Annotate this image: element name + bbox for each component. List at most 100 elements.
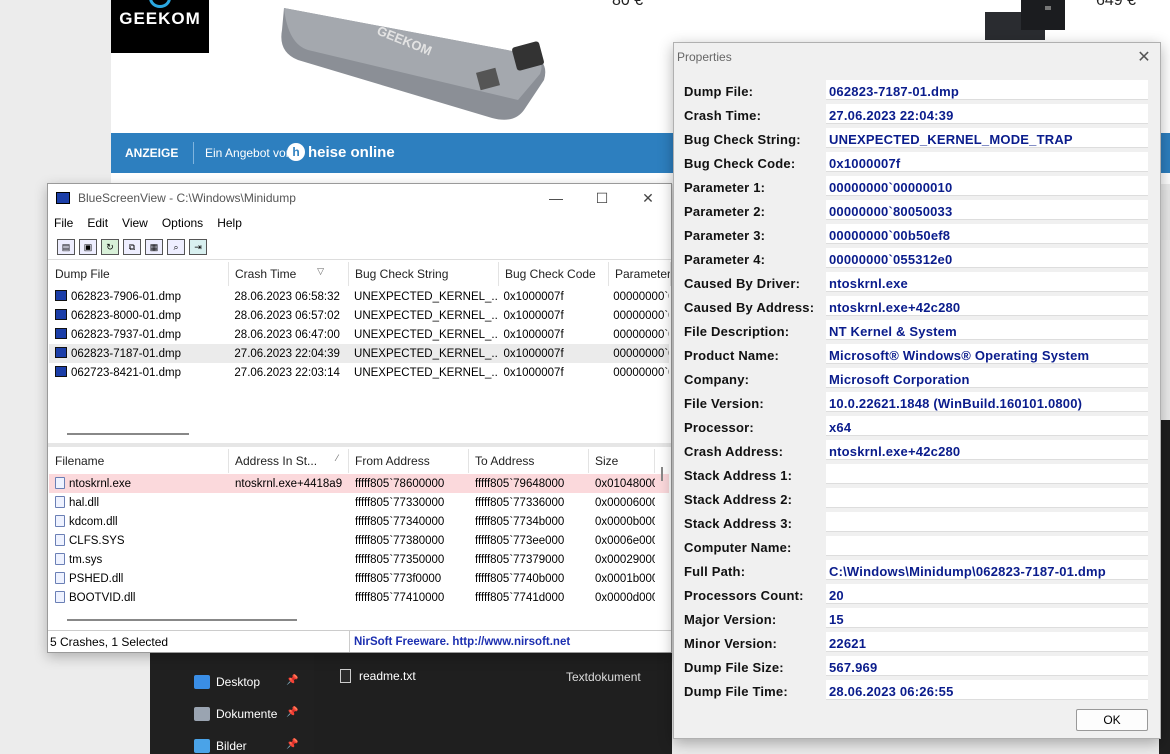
crash-row-selected[interactable]: 062823-7187-01.dmp 27.06.2023 22:04:39 UNE… — [49, 344, 669, 363]
nav-item-bilder[interactable]: Bilder — [194, 736, 247, 754]
bluescreenview-window: BlueScreenView - C:\Windows\Minidump — ☐… — [47, 183, 672, 653]
pin-icon[interactable]: 📌 — [286, 707, 298, 718]
driver-row[interactable]: CLFS.SYS fffff805`77380000 fffff805`773ee0… — [49, 531, 669, 550]
col-address-in-stack[interactable]: Address In St... ⁄ — [229, 449, 349, 473]
property-value-field[interactable]: NT Kernel & System — [826, 320, 1148, 340]
col-bug-check-string[interactable]: Bug Check String — [349, 262, 499, 286]
property-value-field[interactable]: 22621 — [826, 632, 1148, 652]
col-crash-time[interactable]: Crash Time ▽ — [229, 262, 349, 286]
property-label: Parameter 3: — [684, 228, 766, 243]
pane-splitter[interactable] — [48, 443, 671, 447]
col-dump-file[interactable]: Dump File — [49, 262, 229, 286]
properties-icon[interactable]: ▤ — [57, 238, 75, 255]
driver-row-highlighted[interactable]: ntoskrnl.exe ntoskrnl.exe+4418a9 fffff805`… — [49, 474, 669, 493]
menu-view[interactable]: View — [122, 216, 148, 230]
property-value-field[interactable]: ntoskrnl.exe — [826, 272, 1148, 292]
property-value-field[interactable]: 062823-7187-01.dmp — [826, 80, 1148, 100]
find-icon[interactable]: ⌕ — [167, 238, 185, 255]
property-label: Minor Version: — [684, 636, 778, 651]
menu-edit[interactable]: Edit — [87, 216, 108, 230]
menu-file[interactable]: File — [54, 216, 73, 230]
property-value-field[interactable] — [826, 464, 1148, 484]
property-value-field[interactable]: 0x1000007f — [826, 152, 1148, 172]
horizontal-scrollbar[interactable] — [67, 433, 189, 435]
crash-row[interactable]: 062823-8000-01.dmp 28.06.2023 06:57:02 UNE… — [49, 306, 669, 325]
property-value-field[interactable]: 28.06.2023 06:26:55 — [826, 680, 1148, 700]
driver-row[interactable]: BOOTVID.dll fffff805`77410000 fffff805`774… — [49, 588, 669, 607]
exit-icon[interactable]: ⇥ — [189, 238, 207, 255]
app-icon — [56, 192, 70, 204]
horizontal-scrollbar[interactable] — [67, 619, 297, 621]
property-label: Dump File Size: — [684, 660, 784, 675]
property-value-field[interactable]: 10.0.22621.1848 (WinBuild.160101.0800) — [826, 392, 1148, 412]
property-row: Stack Address 2: — [684, 487, 1149, 511]
col-to-address[interactable]: To Address — [469, 449, 589, 473]
property-value-field[interactable]: 00000000`00b50ef8 — [826, 224, 1148, 244]
ok-button[interactable]: OK — [1076, 709, 1148, 731]
property-label: Parameter 1: — [684, 180, 766, 195]
property-value-field[interactable]: ntoskrnl.exe+42c280 — [826, 440, 1148, 460]
pin-icon[interactable]: 📌 — [286, 675, 298, 686]
vertical-scrollbar[interactable] — [661, 467, 663, 481]
property-row: Parameter 2: 00000000`80050033 — [684, 199, 1149, 223]
property-row: Caused By Driver: ntoskrnl.exe — [684, 271, 1149, 295]
col-parameter[interactable]: Parameter — [609, 262, 671, 286]
pin-icon[interactable]: 📌 — [286, 739, 298, 750]
nav-item-desktop[interactable]: Desktop — [194, 672, 260, 692]
property-row: Full Path: C:\Windows\Minidump\062823-718… — [684, 559, 1149, 583]
property-value-field[interactable]: 27.06.2023 22:04:39 — [826, 104, 1148, 124]
close-icon[interactable]: ✕ — [1134, 47, 1154, 67]
property-value-field[interactable]: C:\Windows\Minidump\062823-7187-01.dmp — [826, 560, 1148, 580]
driver-file-icon — [55, 515, 65, 527]
col-bug-check-code[interactable]: Bug Check Code — [499, 262, 609, 286]
property-label: Caused By Driver: — [684, 276, 801, 291]
property-value-field[interactable]: x64 — [826, 416, 1148, 436]
driver-file-icon — [55, 591, 65, 603]
property-value-field[interactable]: UNEXPECTED_KERNEL_MODE_TRAP — [826, 128, 1148, 148]
property-value-field[interactable]: 00000000`00000010 — [826, 176, 1148, 196]
nav-item-dokumente[interactable]: Dokumente — [194, 704, 277, 724]
col-from-address[interactable]: From Address — [349, 449, 469, 473]
col-filename[interactable]: Filename — [49, 449, 229, 473]
properties-dialog: Properties ✕ Dump File: 062823-7187-01.dm… — [673, 42, 1161, 739]
driver-row[interactable]: PSHED.dll fffff805`773f0000 fffff805`7740b… — [49, 569, 669, 588]
heise-icon: h — [287, 143, 305, 161]
driver-row[interactable]: tm.sys fffff805`77350000 fffff805`77379000… — [49, 550, 669, 569]
property-value-field[interactable]: Microsoft Corporation — [826, 368, 1148, 388]
geekom-logo: GEEKOM — [111, 0, 209, 53]
driver-file-icon — [55, 477, 65, 489]
property-value-field[interactable]: ntoskrnl.exe+42c280 — [826, 296, 1148, 316]
property-value-field[interactable]: 00000000`055312e0 — [826, 248, 1148, 268]
heise-logo[interactable]: h heise online — [287, 143, 395, 161]
html-report-icon[interactable]: ▦ — [145, 238, 163, 255]
menu-bar: File Edit View Options Help — [48, 212, 671, 234]
crash-row[interactable]: 062823-7906-01.dmp 28.06.2023 06:58:32 UNE… — [49, 287, 669, 306]
minimize-button[interactable]: — — [533, 184, 579, 212]
property-value-field[interactable] — [826, 512, 1148, 532]
file-readme[interactable]: readme.txt — [340, 669, 416, 683]
col-size[interactable]: Size — [589, 449, 655, 473]
property-value-field[interactable]: 20 — [826, 584, 1148, 604]
driver-row[interactable]: hal.dll fffff805`77330000 fffff805`7733600… — [49, 493, 669, 512]
property-value-field[interactable]: 00000000`80050033 — [826, 200, 1148, 220]
property-value-field[interactable] — [826, 536, 1148, 556]
property-label: Company: — [684, 372, 750, 387]
property-value-field[interactable] — [826, 488, 1148, 508]
property-row: Minor Version: 22621 — [684, 631, 1149, 655]
close-button[interactable]: ✕ — [625, 184, 671, 212]
menu-help[interactable]: Help — [217, 216, 242, 230]
crash-row[interactable]: 062723-8421-01.dmp 27.06.2023 22:03:14 UNE… — [49, 363, 669, 382]
property-value-field[interactable]: 15 — [826, 608, 1148, 628]
refresh-icon[interactable]: ↻ — [101, 238, 119, 255]
property-value-field[interactable]: Microsoft® Windows® Operating System — [826, 344, 1148, 364]
property-label: Bug Check Code: — [684, 156, 796, 171]
property-value-field[interactable]: 567.969 — [826, 656, 1148, 676]
menu-options[interactable]: Options — [162, 216, 203, 230]
nirsoft-link[interactable]: NirSoft Freeware. http://www.nirsoft.net — [350, 636, 570, 648]
copy-icon[interactable]: ⧉ — [123, 238, 141, 255]
driver-row[interactable]: kdcom.dll fffff805`77340000 fffff805`7734b… — [49, 512, 669, 531]
property-label: Major Version: — [684, 612, 777, 627]
maximize-button[interactable]: ☐ — [579, 184, 625, 212]
crash-row[interactable]: 062823-7937-01.dmp 28.06.2023 06:47:00 UNE… — [49, 325, 669, 344]
save-icon[interactable]: ▣ — [79, 238, 97, 255]
